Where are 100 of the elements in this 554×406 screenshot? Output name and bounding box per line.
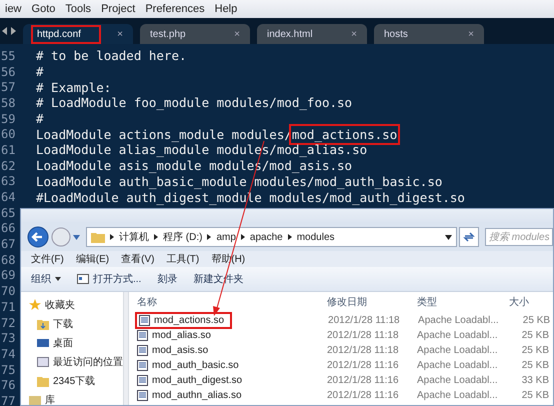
file-name[interactable]: mod_auth_basic.so [137, 360, 327, 370]
file-size: 25 KB [520, 390, 549, 400]
line-number: 72 [0, 316, 16, 330]
file-size: 25 KB [522, 314, 550, 326]
line-number: 73 [0, 331, 16, 346]
address-bar[interactable]: 计算机 程序 (D:) amp apache modules [86, 227, 457, 247]
menu-item[interactable]: iew [0, 3, 27, 15]
file-size: 25 KB [520, 330, 549, 340]
file-date: 2012/1/28 11:16 [327, 374, 400, 386]
file-date: 2012/1/28 11:16 [327, 390, 400, 400]
file-name[interactable]: mod_authn_alias.so [137, 390, 327, 400]
folder-icon [91, 231, 105, 243]
menu-item[interactable]: Tools [60, 3, 96, 15]
toolbar-button[interactable]: 刻录 [157, 272, 178, 286]
line-number: 56 [0, 64, 16, 79]
menu-item[interactable]: Preferences [140, 3, 210, 15]
file-date: 2012/1/28 11:18 [327, 330, 400, 340]
file-icon [139, 314, 150, 326]
toolbar-button[interactable]: 打开方式... [77, 272, 142, 286]
file-name[interactable]: mod_alias.so [137, 330, 327, 340]
sidebar-item[interactable]: 2345下载 [29, 374, 123, 388]
line-number: 70 [0, 284, 16, 298]
line-number: 66 [0, 221, 16, 236]
file-icon [137, 330, 148, 340]
code-text: # to be loaded here. [36, 48, 187, 64]
download-folder-icon [37, 318, 49, 330]
file-type: Apache Loadabl... [417, 374, 499, 386]
line-number: 59 [0, 112, 16, 126]
toolbar-button[interactable]: 组织 [31, 272, 61, 286]
file-icon [137, 360, 148, 370]
line-number: 63 [0, 174, 16, 188]
line-number: 62 [0, 158, 16, 173]
line-number: 67 [0, 237, 16, 252]
chevron-icon [154, 234, 158, 240]
editor-tab[interactable]: index.html × [257, 24, 367, 44]
file-type: Apache Loadabl... [417, 360, 499, 370]
sidebar-item[interactable]: 下载 [29, 317, 123, 331]
column-header[interactable]: 大小 [505, 295, 553, 309]
line-number: 64 [0, 190, 16, 204]
folder-icon [37, 375, 49, 387]
file-name[interactable]: mod_asis.so [137, 344, 327, 356]
sidebar-item[interactable]: 库 [29, 393, 123, 406]
chevron-icon [240, 234, 245, 240]
line-number: 74 [0, 346, 16, 361]
file-type: Apache Loadabl... [417, 344, 499, 356]
column-header[interactable]: 修改日期 [327, 295, 417, 309]
menu-item[interactable]: Goto [26, 3, 60, 15]
search-field[interactable]: 搜索 modules [485, 228, 553, 246]
line-number: 77 [0, 394, 16, 406]
open-with-icon [77, 274, 89, 284]
menu-item[interactable]: 编辑(E) [76, 252, 110, 266]
refresh-icon[interactable] [459, 227, 479, 247]
sidebar-item[interactable]: 最近访问的位置 [29, 355, 123, 369]
sidebar-item[interactable]: 收藏夹 [29, 298, 123, 312]
menu-item[interactable]: 查看(V) [121, 252, 154, 266]
back-icon[interactable] [27, 226, 49, 248]
line-number: 71 [0, 300, 16, 314]
editor-tab[interactable]: hosts × [374, 24, 484, 44]
file-icon [137, 344, 148, 356]
code-text: # Example: [36, 80, 112, 95]
caret-icon [55, 277, 61, 281]
chevron-icon [110, 234, 114, 240]
code-text: # LoadModule foo_module modules/mod_foo.so [36, 95, 352, 110]
code-text: # [36, 64, 44, 80]
tab-nav-icon[interactable] [2, 27, 16, 35]
editor-tab[interactable]: httpd.conf × [23, 24, 133, 44]
file-name[interactable]: mod_actions.so [137, 314, 230, 326]
file-type: Apache Loadabl... [417, 390, 499, 400]
sidebar-item[interactable]: 桌面 [29, 336, 123, 350]
file-icon [137, 374, 148, 386]
file-date: 2012/1/28 11:18 [328, 314, 401, 326]
file-name[interactable]: mod_auth_digest.so [137, 374, 327, 386]
file-type: Apache Loadabl... [417, 330, 499, 340]
highlighted-code-text: mod_actions.so [292, 126, 398, 142]
menu-item[interactable]: 工具(T) [166, 252, 200, 266]
file-size: 25 KB [520, 360, 549, 370]
menu-item[interactable]: Help [210, 3, 242, 15]
chevron-icon [207, 234, 212, 240]
column-header[interactable]: 名称 [137, 295, 327, 309]
column-header[interactable]: 类型 [417, 295, 505, 309]
code-text: # [36, 111, 44, 126]
code-text: LoadModule auth_basic_module modules/mod_auth_basic.so [36, 174, 442, 189]
file-size: 25 KB [520, 344, 549, 356]
editor-tab[interactable]: test.php × [140, 24, 250, 44]
menu-item[interactable]: Project [96, 3, 140, 15]
menu-item[interactable]: 文件(F) [31, 252, 64, 266]
file-date: 2012/1/28 11:18 [327, 344, 400, 356]
line-number: 55 [0, 48, 16, 63]
line-number: 76 [0, 378, 16, 392]
scrollbar[interactable] [123, 292, 129, 405]
line-number: 60 [0, 127, 16, 142]
star-icon [29, 299, 41, 311]
line-number: 58 [0, 96, 16, 110]
file-type: Apache Loadabl... [418, 314, 500, 326]
line-number: 69 [0, 268, 16, 282]
line-number: 57 [0, 80, 16, 94]
file-size: 33 KB [520, 374, 549, 386]
dropdown-icon[interactable] [445, 234, 452, 240]
line-number: 65 [0, 206, 16, 220]
line-number: 68 [0, 252, 16, 267]
